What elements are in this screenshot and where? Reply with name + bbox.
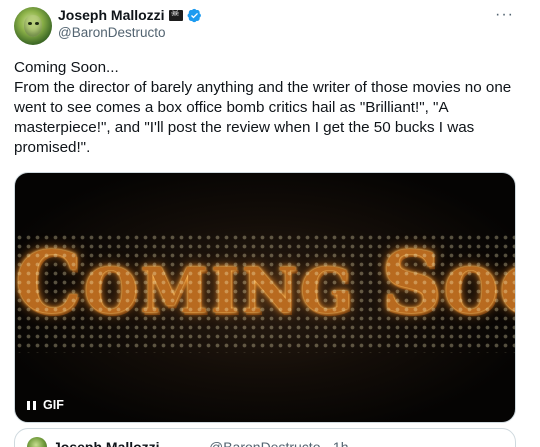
gif-label: GIF — [43, 398, 64, 412]
avatar-eye — [35, 22, 39, 25]
gif-media[interactable]: COMING SOON GIF — [14, 172, 516, 423]
marquee-word: OMING — [83, 254, 356, 327]
pirate-flag-icon — [168, 8, 183, 21]
avatar-eye — [28, 22, 32, 25]
quoted-handle: @BaronDestructo · 1h — [209, 439, 349, 447]
gif-control[interactable]: GIF — [27, 398, 64, 412]
quoted-avatar — [27, 437, 47, 447]
quoted-display-name: Joseph Mallozzi — [53, 439, 160, 447]
author-name-row[interactable]: Joseph Mallozzi — [58, 7, 202, 23]
more-options-icon[interactable]: ··· — [495, 6, 514, 24]
author-display-name[interactable]: Joseph Mallozzi — [58, 7, 165, 23]
marquee-word: OON — [443, 254, 515, 327]
pause-icon[interactable] — [27, 400, 36, 410]
coming-soon-marquee: COMING SOON — [15, 233, 515, 332]
tweet-text-line: From the director of barely anything and… — [14, 79, 512, 156]
verified-badge-icon — [187, 8, 201, 22]
avatar-face — [24, 15, 42, 37]
author-avatar[interactable] — [14, 7, 52, 45]
marquee-initial: C — [15, 233, 84, 332]
tweet-text-line: Coming Soon... — [14, 59, 119, 76]
tweet-text: Coming Soon... From the director of bare… — [14, 58, 520, 158]
author-handle[interactable]: @BaronDestructo — [58, 25, 166, 40]
quoted-tweet[interactable]: Joseph Mallozzi @BaronDestructo · 1h — [14, 428, 516, 447]
marquee-initial: S — [381, 233, 444, 332]
